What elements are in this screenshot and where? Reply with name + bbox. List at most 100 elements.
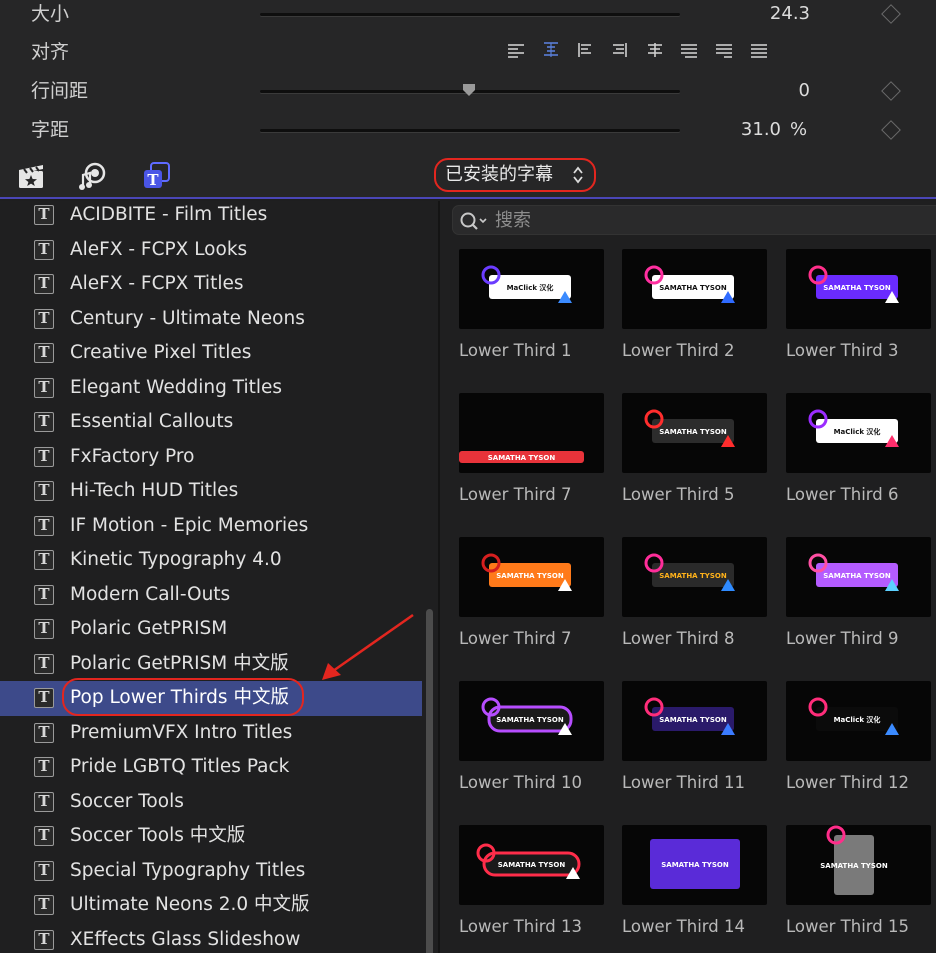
- thumbnail-caption: Lower Third 3: [786, 341, 899, 360]
- category-item[interactable]: T FxFactory Pro: [0, 440, 422, 475]
- category-label: Modern Call-Outs: [70, 583, 231, 605]
- justify-full-icon[interactable]: [748, 43, 770, 62]
- title-thumbnail[interactable]: SAMATHA TYSON Lower Third 11: [622, 681, 767, 811]
- title-folder-icon: T: [34, 343, 54, 363]
- thumbnail-preview: MaClick 汉化: [786, 681, 931, 761]
- thumbnail-caption: Lower Third 10: [459, 773, 583, 792]
- category-label: Special Typography Titles: [70, 859, 306, 881]
- photo-music-icon[interactable]: [78, 161, 108, 191]
- category-label: Essential Callouts: [70, 411, 234, 432]
- category-item[interactable]: T Elegant Wedding Titles: [0, 371, 422, 406]
- thumbnail-caption: Lower Third 5: [622, 485, 735, 504]
- category-item[interactable]: T Century - Ultimate Neons: [0, 302, 422, 337]
- titles-generators-icon[interactable]: T: [142, 161, 172, 191]
- category-item[interactable]: T IF Motion - Epic Memories: [0, 509, 422, 544]
- red-arrow-annotation: [322, 613, 414, 680]
- title-folder-icon: T: [34, 239, 54, 260]
- thumbnail-preview: MaClick 汉化: [459, 249, 604, 329]
- line-spacing-value[interactable]: 0: [799, 72, 810, 110]
- title-folder-icon: T: [34, 619, 54, 639]
- title-thumbnail[interactable]: SAMATHA TYSON Lower Third 14: [622, 825, 767, 953]
- title-thumbnail[interactable]: SAMATHA TYSON Lower Third 15: [786, 825, 931, 953]
- align-left-icon[interactable]: [505, 43, 527, 62]
- keyframe-icon[interactable]: [881, 81, 901, 101]
- title-folder-icon: T: [34, 446, 54, 467]
- title-thumbnail[interactable]: MaClick 汉化 Lower Third 12: [786, 681, 931, 811]
- size-value[interactable]: 24.3: [770, 0, 810, 33]
- thumbnail-preview: SAMATHA TYSON: [622, 393, 767, 473]
- justify-right-icon[interactable]: [678, 43, 700, 62]
- title-thumbnail[interactable]: SAMATHA TYSON Lower Third 7: [459, 393, 604, 523]
- keyframe-icon[interactable]: [881, 4, 901, 24]
- title-folder-icon: T: [34, 826, 54, 846]
- thumbnail-text: MaClick 汉化: [834, 715, 881, 724]
- category-item[interactable]: T XEffects Glass Slideshow: [0, 923, 422, 953]
- selection-highlight-annotation: [62, 678, 304, 716]
- title-folder-icon: T: [34, 688, 54, 708]
- justify-left-icon[interactable]: [609, 42, 631, 62]
- thumbnail-caption: Lower Third 11: [622, 773, 746, 792]
- category-item[interactable]: T Soccer Tools: [0, 785, 422, 820]
- search-field[interactable]: 搜索: [452, 205, 936, 235]
- category-item[interactable]: T Ultimate Neons 2.0 中文版: [0, 888, 422, 923]
- category-item[interactable]: T Pride LGBTQ Titles Pack: [0, 750, 422, 785]
- text-inspector: 大小 24.3 对齐 行间距 0 字距 31.0 %: [0, 0, 936, 153]
- category-label: Creative Pixel Titles: [70, 342, 252, 363]
- title-folder-icon: T: [34, 205, 54, 225]
- category-item[interactable]: T AleFX - FCPX Looks: [0, 233, 422, 268]
- tracking-unit: %: [790, 119, 808, 140]
- category-item[interactable]: T Creative Pixel Titles: [0, 336, 422, 371]
- alignment-label: 对齐: [31, 41, 70, 63]
- title-thumbnail[interactable]: MaClick 汉化 Lower Third 1: [459, 249, 604, 379]
- title-folder-icon: T: [34, 722, 54, 743]
- clapper-star-icon[interactable]: [16, 161, 46, 191]
- title-folder-icon: T: [34, 550, 54, 570]
- tracking-slider[interactable]: [260, 129, 680, 132]
- title-thumbnail[interactable]: SAMATHA TYSON Lower Third 3: [786, 249, 931, 379]
- align-right-icon[interactable]: [574, 42, 596, 62]
- category-item[interactable]: T ACIDBITE - Film Titles: [0, 201, 422, 233]
- thumbnail-text: SAMATHA TYSON: [659, 716, 727, 724]
- category-label: Polaric GetPRISM: [70, 618, 228, 639]
- title-thumbnail[interactable]: MaClick 汉化 Lower Third 6: [786, 393, 931, 523]
- thumbnail-text: SAMATHA TYSON: [820, 862, 888, 870]
- thumbnail-text: SAMATHA TYSON: [659, 428, 727, 436]
- category-label: Kinetic Typography 4.0: [70, 549, 282, 570]
- title-thumbnail[interactable]: SAMATHA TYSON Lower Third 8: [622, 537, 767, 667]
- installed-titles-dropdown[interactable]: 已安装的字幕: [434, 158, 596, 192]
- title-thumbnail[interactable]: SAMATHA TYSON Lower Third 2: [622, 249, 767, 379]
- category-item[interactable]: T Special Typography Titles: [0, 854, 422, 889]
- category-item[interactable]: T AleFX - FCPX Titles: [0, 267, 422, 302]
- category-item[interactable]: T PremiumVFX Intro Titles: [0, 716, 422, 751]
- thumbnail-text: SAMATHA TYSON: [496, 572, 564, 580]
- thumbnail-caption: Lower Third 15: [786, 917, 910, 936]
- slider-thumb[interactable]: [462, 83, 476, 97]
- thumbnail-preview: SAMATHA TYSON: [622, 249, 767, 329]
- title-thumbnail[interactable]: SAMATHA TYSON Lower Third 13: [459, 825, 604, 953]
- thumbnail-caption: Lower Third 14: [622, 917, 746, 936]
- thumbnail-preview: SAMATHA TYSON: [622, 825, 767, 905]
- title-thumbnail[interactable]: SAMATHA TYSON Lower Third 10: [459, 681, 604, 811]
- chevron-up-down-icon: [573, 166, 583, 184]
- search-icon[interactable]: [459, 211, 491, 231]
- category-label: Hi-Tech HUD Titles: [70, 480, 239, 501]
- tracking-value[interactable]: 31.0: [741, 111, 781, 149]
- category-item[interactable]: T Essential Callouts: [0, 405, 422, 440]
- title-folder-icon: T: [34, 860, 54, 881]
- title-folder-icon: T: [34, 929, 54, 950]
- title-thumbnail[interactable]: SAMATHA TYSON Lower Third 5: [622, 393, 767, 523]
- sidebar-scrollbar[interactable]: [426, 609, 433, 953]
- search-placeholder: 搜索: [495, 210, 531, 231]
- line-spacing-label: 行间距: [31, 80, 89, 102]
- justify-all-icon[interactable]: [713, 43, 735, 62]
- align-center-icon[interactable]: [540, 42, 562, 62]
- size-slider[interactable]: [260, 13, 680, 16]
- justify-center-icon[interactable]: [644, 42, 666, 62]
- title-folder-icon: T: [34, 515, 54, 536]
- keyframe-icon[interactable]: [881, 120, 901, 140]
- category-item[interactable]: T Soccer Tools 中文版: [0, 819, 422, 854]
- category-item[interactable]: T Kinetic Typography 4.0: [0, 543, 422, 578]
- title-thumbnail[interactable]: SAMATHA TYSON Lower Third 9: [786, 537, 931, 667]
- category-item[interactable]: T Hi-Tech HUD Titles: [0, 474, 422, 509]
- title-thumbnail[interactable]: SAMATHA TYSON Lower Third 7: [459, 537, 604, 667]
